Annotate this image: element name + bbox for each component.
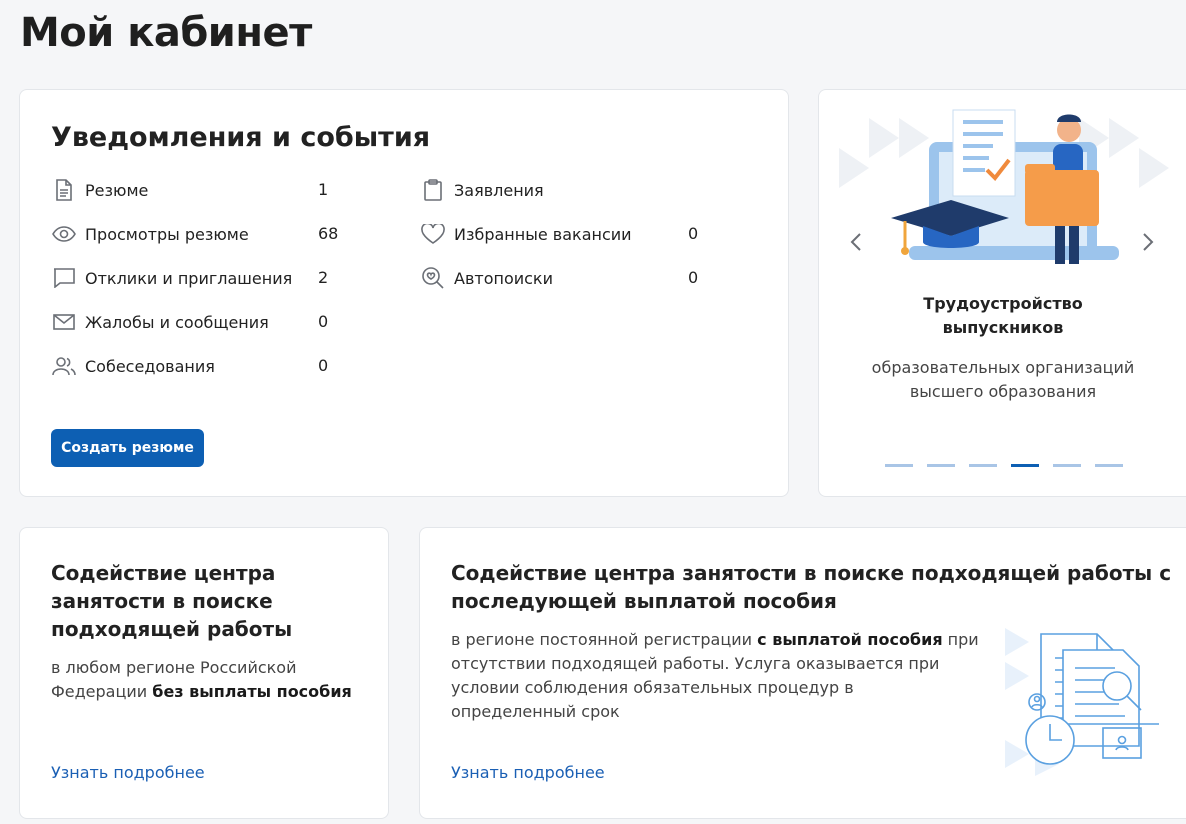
notif-label: Отклики и приглашения <box>85 268 293 288</box>
notif-label: Просмотры резюме <box>85 224 249 244</box>
service-desc-text: Федерации <box>51 682 153 701</box>
service-desc-line: условии соблюдения обязательных процедур… <box>451 678 854 697</box>
create-resume-button[interactable]: Создать резюме <box>51 429 204 467</box>
notif-item-autosearch[interactable]: Автопоиски <box>420 264 553 292</box>
clipboard-icon <box>420 177 446 203</box>
notif-label: Заявления <box>454 180 544 200</box>
service-title-line: последующей выплатой пособия <box>451 589 837 613</box>
service-title-line: подходящей работы <box>51 617 293 641</box>
notif-count-autosearch: 0 <box>688 268 699 287</box>
notif-label: Избранные вакансии <box>454 224 632 244</box>
notif-count-interviews: 0 <box>318 356 329 375</box>
service-desc-line: отсутствии подходящей работы. Услуга ока… <box>451 654 940 673</box>
chat-icon <box>51 265 77 291</box>
notifications-title: Уведомления и события <box>51 122 431 153</box>
learn-more-link[interactable]: Узнать подробнее <box>51 763 205 782</box>
service-title-line: Содействие центра <box>51 561 276 585</box>
notif-label: Резюме <box>85 180 149 200</box>
promo-title-line: выпускников <box>942 318 1064 337</box>
notif-count-resume-views: 68 <box>318 224 338 243</box>
service-desc-line: определенный срок <box>451 702 620 721</box>
notif-item-resume-views[interactable]: Просмотры резюме <box>51 220 249 248</box>
promo-desc-line: образовательных организаций <box>871 358 1135 377</box>
notif-label: Автопоиски <box>454 268 553 288</box>
service-title-line: Содействие центра занятости в поиске под… <box>451 561 1172 585</box>
learn-more-link[interactable]: Узнать подробнее <box>451 763 605 782</box>
carousel-dot-active[interactable] <box>1011 464 1039 467</box>
promo-description: образовательных организаций высшего обра… <box>819 356 1186 404</box>
notif-label: Жалобы и сообщения <box>85 312 269 332</box>
notif-item-applications[interactable]: Заявления <box>420 176 544 204</box>
envelope-icon <box>51 309 77 335</box>
graduate-illustration <box>839 109 1169 264</box>
service-desc-line: в любом регионе Российской <box>51 658 297 677</box>
service-desc-bold: с выплатой пособия <box>757 630 943 649</box>
service-desc-text: при <box>942 630 979 649</box>
notif-count-responses: 2 <box>318 268 329 287</box>
notif-count-complaints: 0 <box>318 312 329 331</box>
notif-count-favorites: 0 <box>688 224 699 243</box>
search-heart-icon <box>420 265 446 291</box>
notif-item-resume[interactable]: Резюме <box>51 176 148 204</box>
service-card-no-benefit[interactable]: Содействие центра занятости в поиске под… <box>19 527 389 819</box>
service-title: Содействие центра занятости в поиске под… <box>451 559 1171 615</box>
notif-item-responses[interactable]: Отклики и приглашения <box>51 264 292 292</box>
service-card-with-benefit[interactable]: Содействие центра занятости в поиске под… <box>419 527 1186 819</box>
notif-item-complaints[interactable]: Жалобы и сообщения <box>51 308 269 336</box>
notif-item-favorite-vacancies[interactable]: Избранные вакансии <box>420 220 632 248</box>
carousel-dot[interactable] <box>927 464 955 467</box>
notifications-card: Уведомления и события Резюме 1 Просмотры… <box>19 89 789 497</box>
notif-item-interviews[interactable]: Собеседования <box>51 352 215 380</box>
service-desc-bold: без выплаты пособия <box>152 682 352 701</box>
service-description: в регионе постоянной регистрации с выпла… <box>451 628 979 724</box>
service-desc-line: Федерации без выплаты пособия <box>51 680 352 704</box>
service-desc-line: в регионе постоянной регистрации с выпла… <box>451 628 979 652</box>
carousel-dot[interactable] <box>885 464 913 467</box>
users-icon <box>51 353 77 379</box>
carousel-prev-arrow[interactable] <box>849 232 869 256</box>
document-icon <box>51 177 77 203</box>
heart-icon <box>420 221 446 247</box>
notif-label: Собеседования <box>85 356 215 376</box>
carousel-next-arrow[interactable] <box>1141 232 1161 256</box>
promo-title-line: Трудоустройство <box>923 294 1083 313</box>
page-title: Мой кабинет <box>20 10 312 56</box>
promo-title[interactable]: Трудоустройство выпускников <box>819 292 1186 340</box>
eye-icon <box>51 221 77 247</box>
promo-carousel-card: Трудоустройство выпускников образователь… <box>818 89 1186 497</box>
service-desc-text: в регионе постоянной регистрации <box>451 630 758 649</box>
service-title: Содействие центра занятости в поиске под… <box>51 559 292 643</box>
carousel-dot[interactable] <box>1053 464 1081 467</box>
carousel-dot[interactable] <box>969 464 997 467</box>
service-description: в любом регионе Российской Федерации без… <box>51 656 352 704</box>
documents-clock-illustration <box>1005 628 1159 776</box>
notif-count-resume: 1 <box>318 180 329 199</box>
carousel-dots <box>885 464 1123 467</box>
promo-desc-line: высшего образования <box>909 382 1097 401</box>
service-title-line: занятости в поиске <box>51 589 273 613</box>
carousel-dot[interactable] <box>1095 464 1123 467</box>
